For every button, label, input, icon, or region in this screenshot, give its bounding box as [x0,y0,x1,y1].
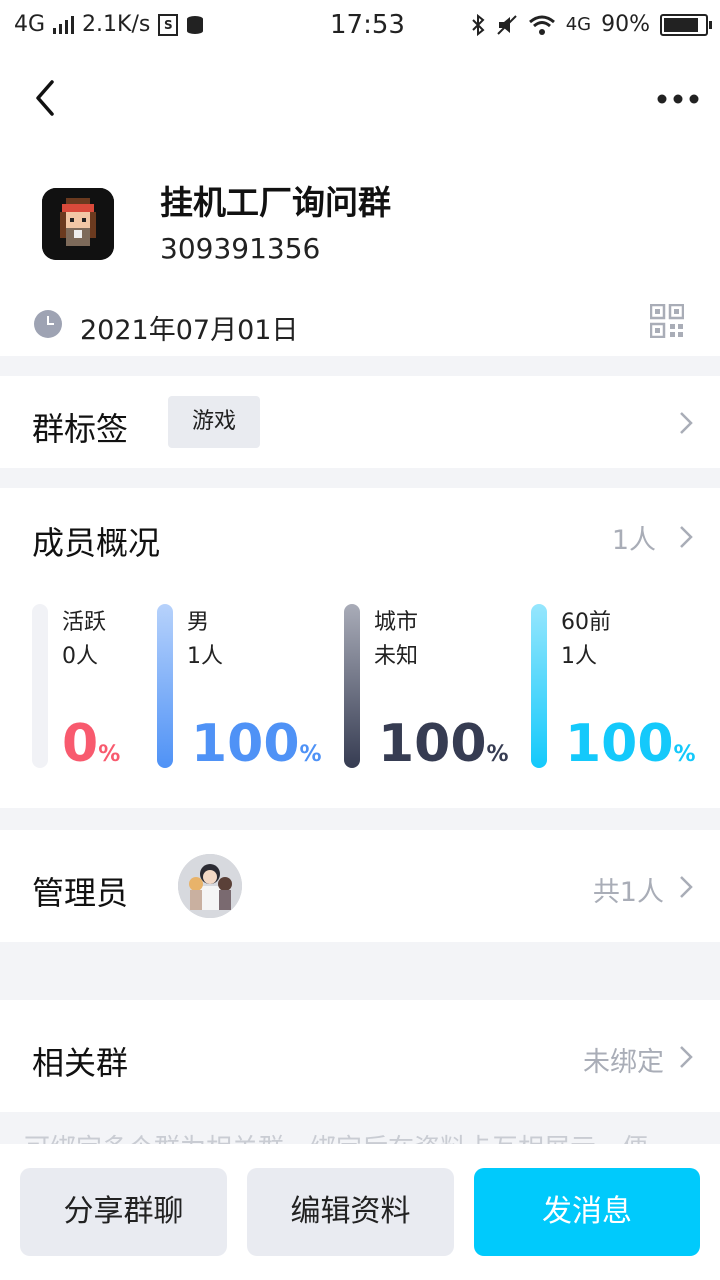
network-speed: 2.1K/s [82,12,151,37]
stat-sub: 未知 [374,644,419,669]
share-group-button[interactable]: 分享群聊 [20,1168,227,1256]
wifi-icon [528,15,555,35]
stat-bar [157,604,173,768]
group-tags-row[interactable]: 群标签 游戏 [0,376,720,468]
stat-percent: 100% [378,714,509,774]
stat-percent: 100% [565,714,696,774]
bluetooth-icon [471,13,485,36]
stat-sub: 0人 [62,644,98,669]
stat-sub: 1人 [561,644,597,669]
chevron-right-icon [680,876,693,898]
group-name: 挂机工厂询问群 [160,183,391,222]
admin-count: 共1人 [592,877,664,908]
battery-percent: 90% [601,12,650,37]
stat-percent: 100% [191,714,322,774]
stat-bar [531,604,547,768]
mute-icon [496,14,517,35]
group-avatar[interactable] [42,188,114,260]
send-message-button[interactable]: 发消息 [474,1168,700,1256]
members-overview: 成员概况 1人 活跃 0人 0% 男 1人 100% 城市 未知 100% 60… [0,488,720,808]
stat-label: 60前 [561,610,611,635]
clock-time: 17:53 [330,10,405,40]
network-type: 4G [14,12,46,37]
back-arrow-icon[interactable] [30,78,64,118]
related-groups-row[interactable]: 相关群 未绑定 [0,1000,720,1112]
members-count[interactable]: 1人 [612,518,656,557]
battery-icon [660,13,712,36]
members-title: 成员概况 [32,524,161,562]
chevron-right-icon [680,412,693,434]
chevron-right-icon[interactable] [678,524,694,550]
tag-chip: 游戏 [168,396,260,448]
more-options-icon[interactable] [656,88,700,110]
admin-row[interactable]: 管理员 共1人 [0,830,720,942]
stat-bar [32,604,48,768]
network-type-right: 4G [565,14,592,35]
admin-avatar[interactable] [178,854,242,918]
qr-code-icon[interactable] [650,304,684,338]
edit-profile-button[interactable]: 编辑资料 [247,1168,454,1256]
created-date: 2021年07月01日 [80,315,299,346]
admin-title: 管理员 [32,874,129,912]
s-app-icon: S [158,13,179,36]
group-profile-page: 4G 2.1K/s S 17:53 4G 90% 挂机工厂询问群 3093913… [0,0,720,1280]
related-title: 相关群 [32,1044,129,1082]
stat-percent: 0% [62,714,121,774]
group-header: 挂机工厂询问群 309391356 2021年07月01日 [0,50,720,356]
chevron-right-icon [680,1046,693,1068]
stat-label: 城市 [374,610,419,635]
signal-icon [53,15,75,34]
pixel-character-image [42,188,114,260]
stat-label: 活跃 [62,610,107,635]
status-bar: 4G 2.1K/s S 17:53 4G 90% [0,0,720,50]
tags-title: 群标签 [32,410,129,448]
admin-avatar-image [178,854,242,918]
group-id: 309391356 [160,232,321,265]
stat-label: 男 [187,610,210,635]
clock-icon [34,310,62,338]
related-status: 未绑定 [583,1047,664,1078]
bottom-action-bar: 分享群聊 编辑资料 发消息 [0,1144,720,1280]
stat-bar [344,604,360,768]
stat-sub: 1人 [187,644,223,669]
database-icon [187,15,204,34]
